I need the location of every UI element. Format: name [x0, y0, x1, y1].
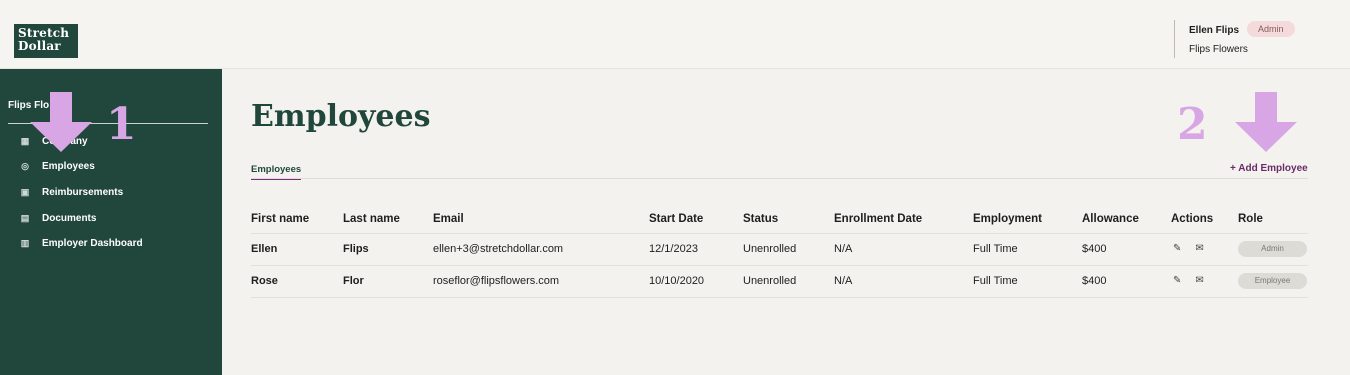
sidebar-item-employees[interactable]: ◎ Employees — [20, 161, 95, 172]
cell-allowance: $400 — [1082, 275, 1107, 287]
mail-icon[interactable]: ✉ — [1195, 275, 1203, 286]
cell-actions: ✎ ✉ — [1173, 243, 1204, 254]
cell-email: roseflor@flipsflowers.com — [433, 275, 560, 287]
cell-employment: Full Time — [973, 243, 1018, 255]
annotation-arrow-down-icon — [30, 92, 92, 152]
col-email[interactable]: Email — [433, 213, 464, 225]
role-pill[interactable]: Employee — [1238, 273, 1307, 289]
sidebar-item-label: Employer Dashboard — [42, 238, 143, 249]
cell-first-name: Rose — [251, 275, 278, 287]
cell-enrollment-date: N/A — [834, 275, 853, 287]
dollar-icon: ▣ — [20, 187, 30, 197]
col-allowance[interactable]: Allowance — [1082, 213, 1139, 225]
col-start-date[interactable]: Start Date — [649, 213, 703, 225]
role-badge: Admin — [1247, 20, 1295, 37]
annotation-step-1: 1 — [106, 99, 137, 150]
role-pill[interactable]: Admin — [1238, 241, 1307, 257]
cell-enrollment-date: N/A — [834, 243, 853, 255]
cell-actions: ✎ ✉ — [1173, 275, 1204, 286]
user-menu[interactable]: Ellen Flips Admin Flips Flowers — [1174, 20, 1295, 58]
mail-icon[interactable]: ✉ — [1195, 243, 1203, 254]
edit-pencil-icon[interactable]: ✎ — [1173, 275, 1181, 286]
col-role[interactable]: Role — [1238, 213, 1263, 225]
col-employment[interactable]: Employment — [973, 213, 1042, 225]
sidebar-item-employer-dashboard[interactable]: ▥ Employer Dashboard — [20, 238, 143, 249]
col-last-name[interactable]: Last name — [343, 213, 400, 225]
cell-start-date: 12/1/2023 — [649, 243, 698, 255]
cell-email: ellen+3@stretchdollar.com — [433, 243, 564, 255]
document-icon: ▤ — [20, 213, 30, 223]
col-first-name[interactable]: First name — [251, 213, 309, 225]
col-actions: Actions — [1171, 213, 1214, 225]
tab-underline — [251, 178, 1308, 179]
annotation-step-2: 2 — [1177, 99, 1208, 150]
cell-status: Unenrolled — [743, 243, 797, 255]
logo-line-2: Dollar — [18, 39, 61, 53]
annotation-arrow-down-icon — [1235, 92, 1297, 152]
sidebar-item-label: Reimbursements — [42, 187, 124, 198]
top-bar: Stretch Dollar Ellen Flips Admin Flips Fl… — [0, 0, 1350, 69]
dashboard-icon: ▥ — [20, 238, 30, 248]
page-title: Employees — [251, 99, 431, 134]
cell-last-name: Flor — [343, 275, 364, 287]
employees-table: First name Last name Email Start Date St… — [251, 209, 1308, 298]
cell-first-name: Ellen — [251, 243, 278, 255]
cell-status: Unenrolled — [743, 275, 797, 287]
user-icon: ◎ — [21, 161, 29, 171]
sidebar-item-reimbursements[interactable]: ▣ Reimbursements — [20, 187, 123, 198]
user-name: Ellen Flips — [1189, 25, 1240, 36]
table-row[interactable]: Ellen Flips ellen+3@stretchdollar.com 12… — [251, 234, 1308, 266]
edit-pencil-icon[interactable]: ✎ — [1173, 243, 1181, 254]
cell-last-name: Flips — [343, 243, 369, 255]
company-name: Flips Flowers — [1189, 44, 1248, 55]
sidebar-item-documents[interactable]: ▤ Documents — [20, 213, 97, 224]
table-header: First name Last name Email Start Date St… — [251, 209, 1308, 234]
sidebar-item-label: Documents — [42, 213, 97, 224]
table-row[interactable]: Rose Flor roseflor@flipsflowers.com 10/1… — [251, 266, 1308, 298]
col-enrollment-date[interactable]: Enrollment Date — [834, 213, 922, 225]
cell-start-date: 10/10/2020 — [649, 275, 705, 287]
sidebar-item-label: Employees — [42, 161, 95, 172]
cell-employment: Full Time — [973, 275, 1018, 287]
add-employee-button[interactable]: + Add Employee — [1230, 163, 1308, 174]
col-status[interactable]: Status — [743, 213, 778, 225]
stretch-dollar-logo[interactable]: Stretch Dollar — [14, 24, 78, 58]
cell-allowance: $400 — [1082, 243, 1107, 255]
